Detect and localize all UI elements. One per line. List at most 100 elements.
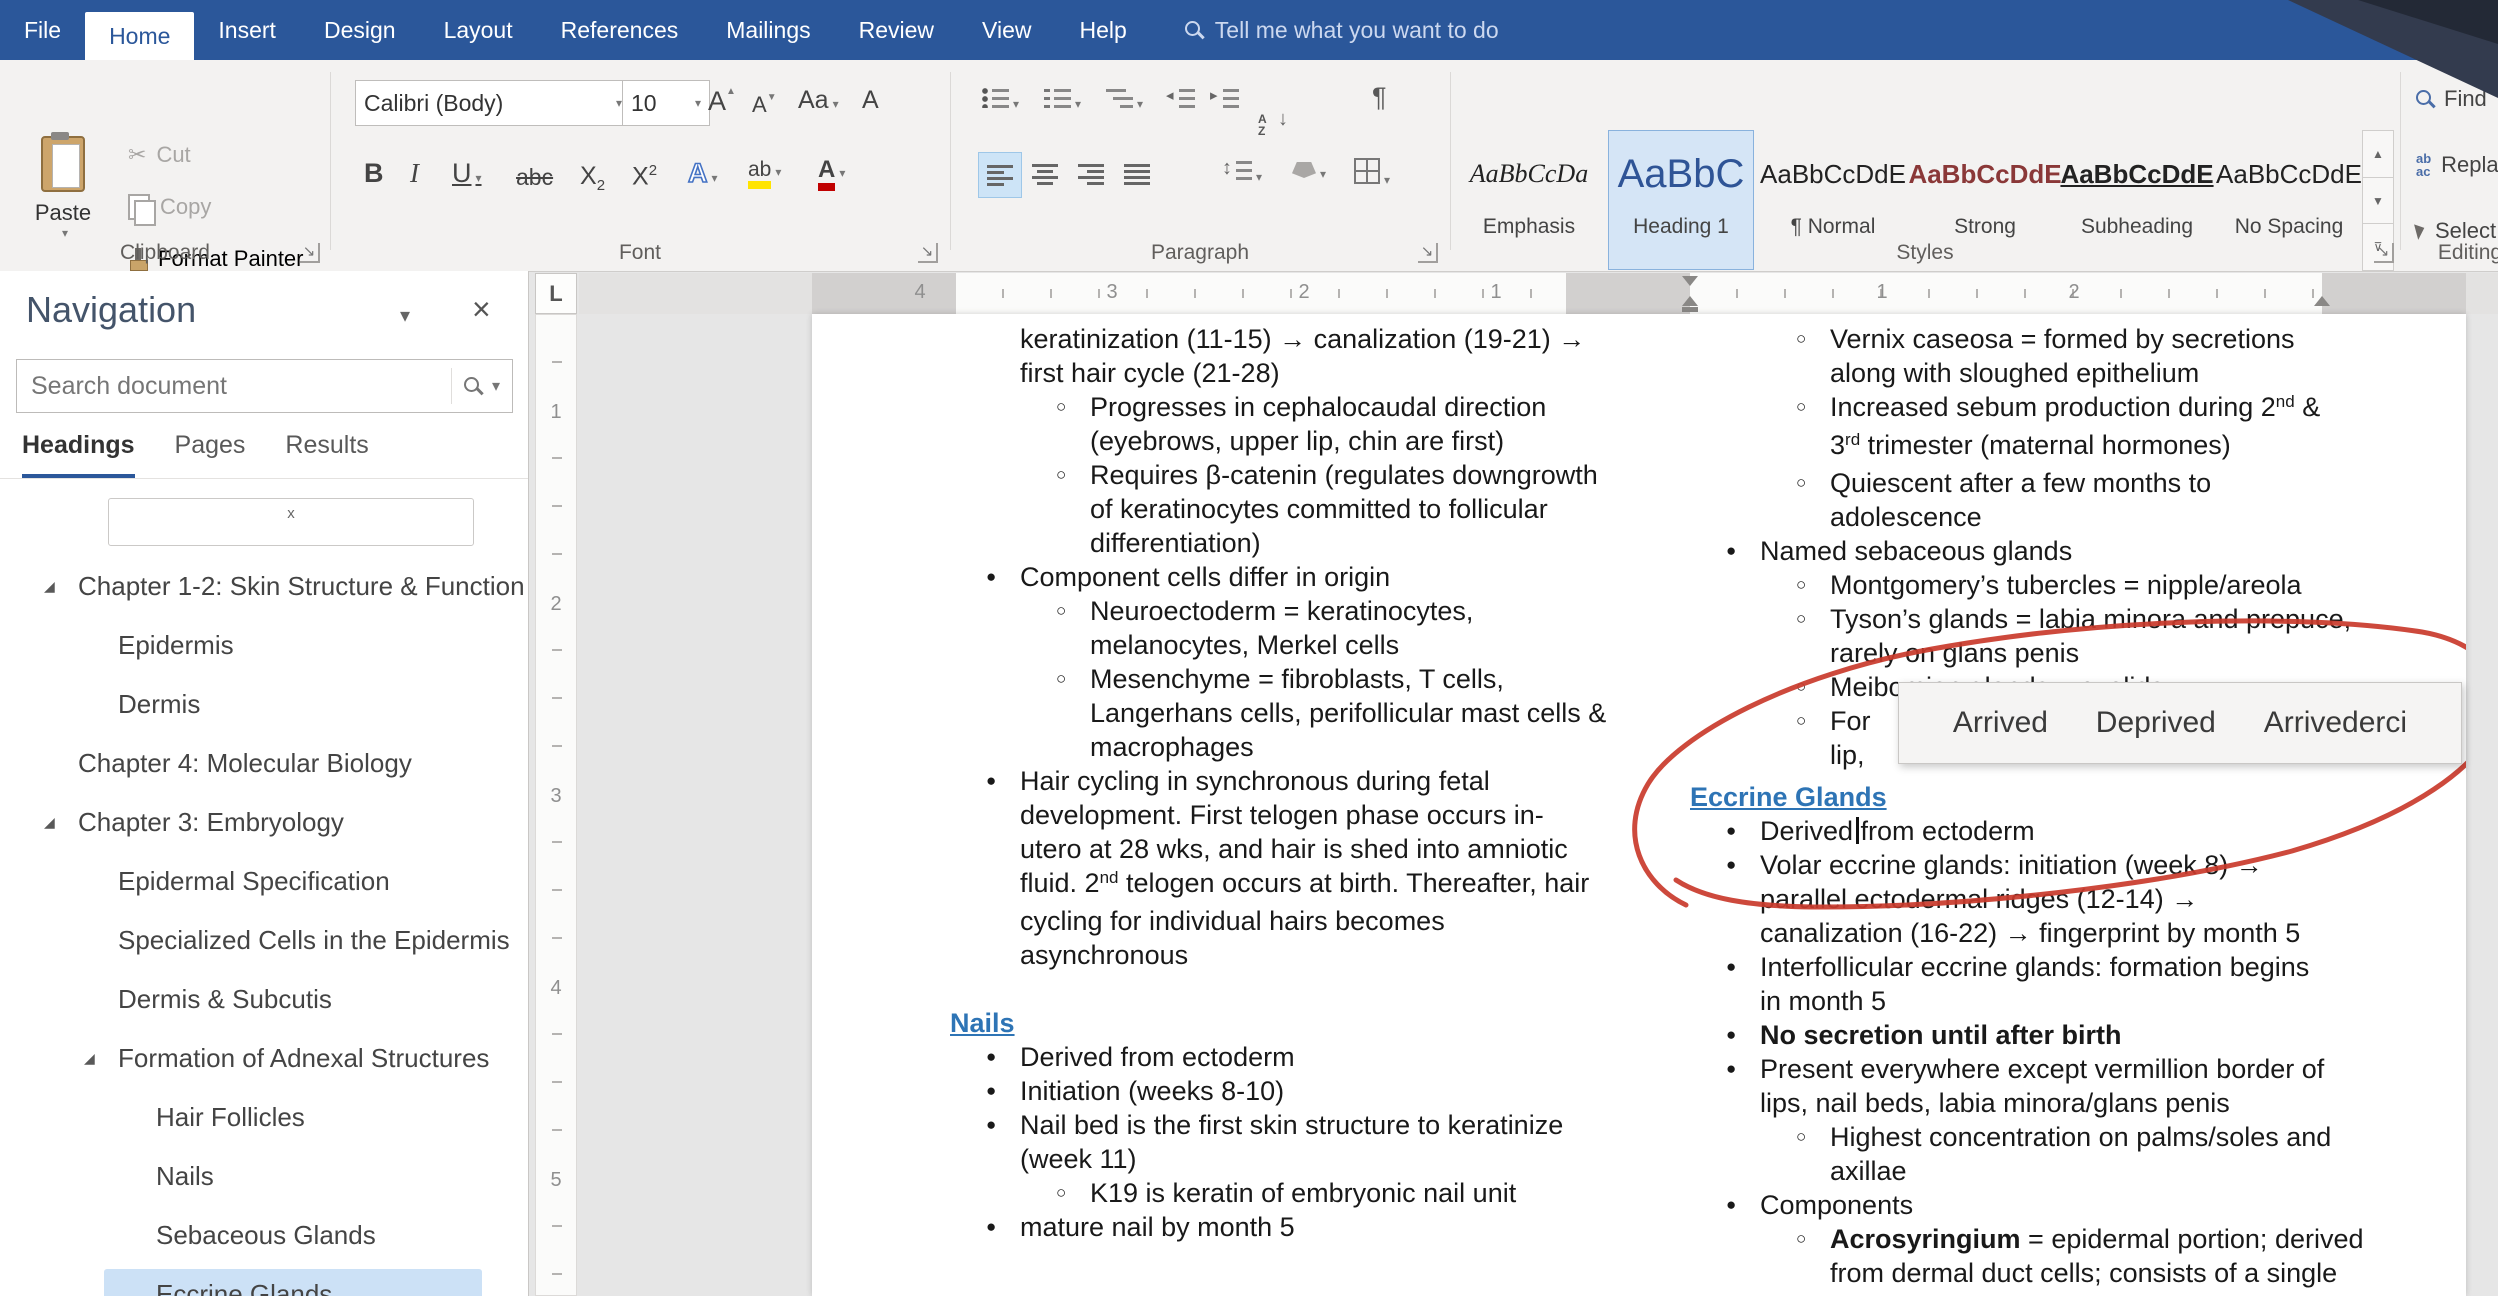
line-spacing-button[interactable]: ▾	[1222, 157, 1262, 186]
show-paragraph-marks-button[interactable]: ¶	[1372, 82, 1387, 113]
tab-home[interactable]: Home	[85, 12, 195, 60]
change-case-button[interactable]: Aa ▾	[798, 86, 839, 115]
align-center-button[interactable]	[1024, 152, 1066, 196]
expand-icon[interactable]: ◢	[44, 557, 55, 616]
doc-list-item: ○ Increased sebum production during 2nd &…	[1796, 392, 2321, 460]
justify-button[interactable]	[1116, 152, 1158, 196]
tab-headings[interactable]: Headings	[22, 431, 135, 478]
nav-heading-label: Dermis	[118, 689, 201, 719]
multilevel-list-button[interactable]: ▾	[1106, 88, 1143, 113]
tab-references[interactable]: References	[537, 0, 703, 60]
horizontal-ruler: 4 3 2 1 1 2	[579, 273, 2498, 314]
clipboard-dialog-launcher[interactable]: ↘	[300, 243, 320, 263]
expand-icon[interactable]: ◢	[84, 1029, 95, 1088]
nav-heading-item[interactable]: Nails	[0, 1147, 528, 1206]
align-left-button[interactable]	[978, 152, 1022, 198]
paragraph-group-label: Paragraph	[1150, 241, 1250, 264]
nav-heading-item[interactable]: Dermis	[0, 675, 528, 734]
styles-dialog-launcher[interactable]: ↘	[2374, 243, 2394, 263]
left-indent-marker[interactable]	[1682, 307, 1698, 312]
shrink-font-button[interactable]: A	[752, 92, 777, 118]
nav-heading-item[interactable]: Eccrine Glands	[0, 1265, 528, 1296]
tab-mailings[interactable]: Mailings	[702, 0, 834, 60]
doc-list-item: ● Derived from ectoderm	[986, 1042, 1295, 1072]
underline-button[interactable]: U ▾	[452, 158, 482, 189]
nav-heading-item[interactable]: x	[0, 498, 528, 557]
group-divider	[950, 72, 951, 250]
superscript-button[interactable]: X2	[632, 162, 657, 191]
right-indent-marker[interactable]	[2314, 296, 2330, 306]
tab-results[interactable]: Results	[285, 431, 368, 478]
nav-heading-item[interactable]: ◢ Formation of Adnexal Structures	[0, 1029, 528, 1088]
font-color-button[interactable]: A ▾	[818, 158, 845, 191]
doc-list-item: ○ Vernix caseosa = formed by secretions al…	[1796, 324, 2295, 388]
nav-heading-label: Hair Follicles	[156, 1102, 305, 1132]
gallery-up-icon[interactable]: ▲	[2363, 131, 2393, 178]
search-input[interactable]	[17, 371, 451, 401]
strikethrough-button[interactable]: abc	[516, 164, 553, 191]
document-page[interactable]: keratinization (11-15) → canalization (1…	[812, 314, 2466, 1296]
nav-heading-item[interactable]: Sebaceous Glands	[0, 1206, 528, 1265]
doc-list-item: ● Present everywhere except vermillion bo…	[1726, 1054, 2325, 1118]
nav-heading-item[interactable]: Epidermis	[0, 616, 528, 675]
tab-design[interactable]: Design	[300, 0, 420, 60]
font-size-combo[interactable]: 10 ▾	[622, 80, 710, 126]
align-right-button[interactable]	[1070, 152, 1112, 196]
doc-list-item: ● No secretion until after birth	[1726, 1020, 2122, 1050]
nav-heading-label: Epidermal Specification	[118, 866, 390, 896]
suggestion-deprived[interactable]: Deprived	[2096, 706, 2216, 740]
navigation-options-dropdown[interactable]: ▾	[400, 303, 410, 328]
tab-help[interactable]: Help	[1055, 0, 1150, 60]
bullet-list-button[interactable]: ▾	[982, 88, 1019, 113]
first-line-indent-marker[interactable]	[1682, 276, 1698, 286]
cut-button[interactable]: ✂ Cut	[128, 142, 191, 168]
nav-heading-label: x	[108, 498, 474, 546]
increase-indent-button[interactable]	[1210, 86, 1239, 113]
chevron-down-icon[interactable]: ▾	[492, 376, 500, 396]
nav-heading-item[interactable]: Specialized Cells in the Epidermis	[0, 911, 528, 970]
suggestion-arrived[interactable]: Arrived	[1953, 706, 2048, 740]
nav-heading-item[interactable]: ◢ Chapter 3: Embryology	[0, 793, 528, 852]
nav-heading-item[interactable]: Chapter 4: Molecular Biology	[0, 734, 528, 793]
font-dialog-launcher[interactable]: ↘	[918, 243, 938, 263]
nav-heading-item[interactable]: Epidermal Specification	[0, 852, 528, 911]
paragraph-dialog-launcher[interactable]: ↘	[1418, 243, 1438, 263]
grow-font-button[interactable]: A	[708, 86, 736, 117]
shading-button[interactable]: ▾	[1292, 162, 1326, 183]
hanging-indent-marker[interactable]	[1682, 296, 1698, 306]
expand-icon[interactable]: ◢	[44, 793, 55, 852]
tab-insert[interactable]: Insert	[194, 0, 300, 60]
nav-heading-item[interactable]: ◢ Chapter 1-2: Skin Structure & Function	[0, 557, 528, 616]
chevron-down-icon: ▾	[694, 96, 701, 110]
decrease-indent-button[interactable]	[1166, 86, 1195, 113]
subscript-button[interactable]: X2	[580, 162, 605, 194]
doc-list-item: ○ Quiescent after a few months to adolesce…	[1796, 468, 2212, 532]
doc-heading: Eccrine Glands	[1690, 782, 1887, 812]
tell-me-box[interactable]: Tell me what you want to do	[1184, 0, 1499, 60]
gallery-down-icon[interactable]: ▼	[2363, 178, 2393, 225]
numbered-list-button[interactable]: ▾	[1044, 88, 1081, 113]
bold-button[interactable]: B	[364, 158, 384, 189]
close-icon[interactable]: ×	[472, 291, 491, 328]
copy-label: Copy	[160, 194, 212, 219]
doc-list-item: ● Components	[1726, 1190, 1914, 1220]
document-column-1: keratinization (11-15) → canalization (1…	[950, 322, 1710, 1244]
nav-heading-item[interactable]: Hair Follicles	[0, 1088, 528, 1147]
suggestion-arrivederci[interactable]: Arrivederci	[2264, 706, 2407, 740]
tab-layout[interactable]: Layout	[420, 0, 537, 60]
tab-view[interactable]: View	[958, 0, 1055, 60]
tab-pages[interactable]: Pages	[175, 431, 246, 478]
font-family-combo[interactable]: Calibri (Body) ▾	[355, 80, 631, 126]
tab-stop-selector[interactable]: L	[535, 273, 577, 314]
italic-button[interactable]: I	[410, 158, 419, 189]
nav-heading-item[interactable]: Dermis & Subcutis	[0, 970, 528, 1029]
copy-button[interactable]: Copy	[128, 194, 212, 226]
replace-button[interactable]: abac Replace	[2416, 152, 2498, 178]
borders-button[interactable]: ▾	[1354, 158, 1390, 189]
tab-file[interactable]: File	[0, 0, 85, 60]
text-highlight-button[interactable]: ab ▾	[748, 159, 781, 189]
search-icon[interactable]	[463, 377, 482, 395]
tab-review[interactable]: Review	[835, 0, 958, 60]
text-effects-button[interactable]: A ▾	[687, 157, 717, 189]
sort-button[interactable]: AZ	[1258, 113, 1288, 137]
